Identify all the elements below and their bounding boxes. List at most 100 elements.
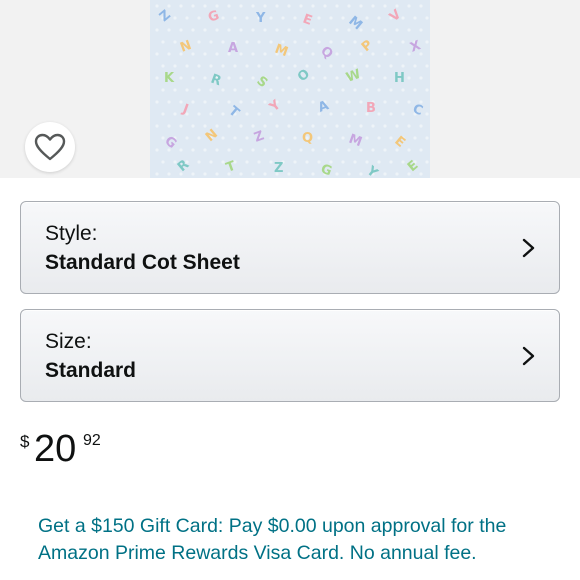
pattern-dot (227, 4, 231, 8)
pattern-dot (173, 64, 177, 68)
pattern-dot (383, 52, 387, 56)
pattern-dot (221, 112, 225, 116)
chevron-right-icon (522, 346, 535, 366)
pattern-dot (323, 148, 327, 152)
pattern-letter: Z (274, 161, 283, 176)
pattern-letter: G (319, 162, 334, 178)
pattern-dot (161, 40, 165, 44)
pattern-dot (419, 4, 423, 8)
pattern-dot (293, 64, 297, 68)
style-selector[interactable]: Style: Standard Cot Sheet (20, 201, 560, 294)
product-image[interactable]: ZGYEMVNAMQPXKRSOWHJTYABCGNZQMERTZGYE (150, 0, 430, 178)
pattern-dot (293, 112, 297, 116)
pattern-letter: E (405, 158, 421, 175)
pattern-dot (239, 28, 243, 32)
pattern-dot (383, 76, 387, 80)
pattern-dot (269, 88, 273, 92)
pattern-dot (239, 52, 243, 56)
pattern-letter: W (344, 67, 363, 86)
pattern-dot (311, 28, 315, 32)
pattern-dot (227, 100, 231, 104)
pattern-dot (161, 136, 165, 140)
pattern-dot (227, 148, 231, 152)
pattern-dot (227, 124, 231, 128)
pattern-dot (185, 88, 189, 92)
pattern-dot (161, 160, 165, 164)
pattern-dot (407, 52, 411, 56)
pattern-dot (173, 16, 177, 20)
pattern-dot (269, 40, 273, 44)
pattern-dot (227, 28, 231, 32)
promo-link[interactable]: Get a $150 Gift Card: Pay $0.00 upon app… (38, 513, 538, 567)
pattern-dot (191, 148, 195, 152)
pattern-dot (263, 4, 267, 8)
pattern-dot (155, 124, 159, 128)
pattern-dot (389, 136, 393, 140)
pattern-dot (377, 112, 381, 116)
pattern-dot (341, 64, 345, 68)
pattern-dot (203, 76, 207, 80)
pattern-dot (341, 112, 345, 116)
style-value: Standard Cot Sheet (45, 251, 240, 274)
pattern-dot (185, 136, 189, 140)
pattern-dot (287, 52, 291, 56)
pattern-dot (359, 124, 363, 128)
pattern-dot (425, 112, 429, 116)
pattern-dot (335, 52, 339, 56)
wishlist-button[interactable] (25, 122, 75, 172)
pattern-dot (197, 160, 201, 164)
pattern-dot (155, 76, 159, 80)
pattern-letter: K (164, 71, 175, 86)
pattern-dot (329, 136, 333, 140)
pattern-dot (269, 64, 273, 68)
pattern-dot (299, 124, 303, 128)
pattern-dot (155, 52, 159, 56)
pattern-dot (377, 64, 381, 68)
pattern-dot (245, 40, 249, 44)
pattern-dot (251, 100, 255, 104)
pattern-dot (221, 64, 225, 68)
pattern-dot (155, 172, 159, 176)
pattern-dot (425, 136, 429, 140)
pattern-dot (353, 160, 357, 164)
pattern-dot (191, 76, 195, 80)
pattern-dot (359, 100, 363, 104)
pattern-dot (191, 100, 195, 104)
pattern-letter: Q (317, 44, 335, 63)
pattern-dot (347, 172, 351, 176)
pattern-dot (419, 148, 423, 152)
pattern-dot (419, 28, 423, 32)
pattern-dot (323, 76, 327, 80)
pattern-dot (251, 28, 255, 32)
pattern-dot (407, 100, 411, 104)
pattern-dot (383, 4, 387, 8)
pattern-dot (305, 160, 309, 164)
pattern-dot (377, 160, 381, 164)
pattern-dot (341, 88, 345, 92)
pattern-dot (347, 52, 351, 56)
pattern-dot (389, 112, 393, 116)
pattern-dot (401, 64, 405, 68)
pattern-dot (365, 160, 369, 164)
pattern-dot (395, 172, 399, 176)
pattern-dot (287, 172, 291, 176)
size-selector[interactable]: Size: Standard (20, 309, 560, 402)
pattern-dot (335, 100, 339, 104)
pattern-dot (407, 76, 411, 80)
pattern-dot (395, 124, 399, 128)
pattern-dot (221, 16, 225, 20)
pattern-dot (371, 52, 375, 56)
price-symbol: $ (20, 432, 30, 451)
pattern-dot (371, 4, 375, 8)
pattern-dot (329, 40, 333, 44)
pattern-dot (311, 148, 315, 152)
pattern-dot (335, 124, 339, 128)
pattern-dot (269, 16, 273, 20)
pattern-dot (251, 124, 255, 128)
pattern-letter: R (209, 72, 224, 90)
pattern-dot (389, 160, 393, 164)
pattern-dot (425, 16, 429, 20)
pattern-dot (347, 124, 351, 128)
pattern-letter: Q (302, 131, 313, 146)
pattern-dot (185, 64, 189, 68)
